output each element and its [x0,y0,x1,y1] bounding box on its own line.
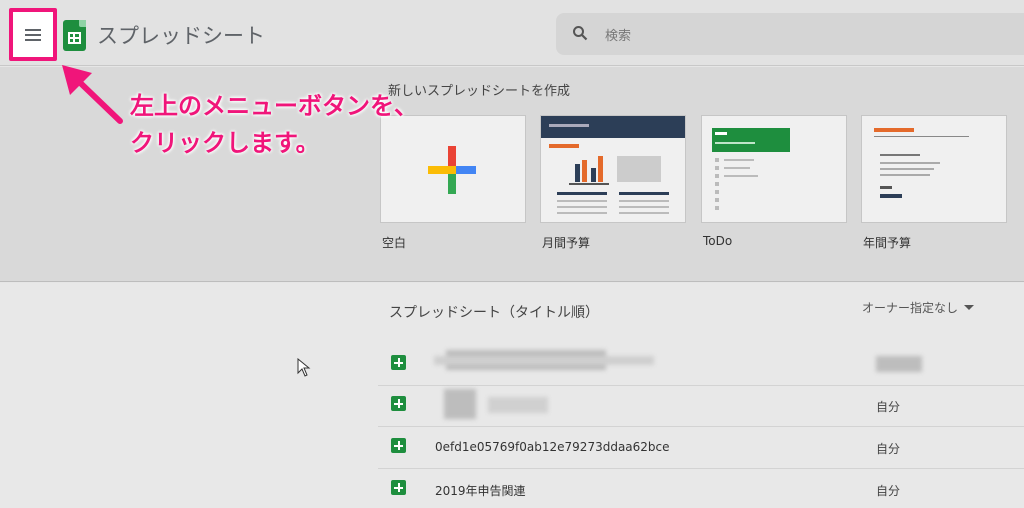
file-name: 2019年申告関連 [435,484,526,498]
plus-icon [428,146,476,194]
template-annual-budget[interactable] [861,115,1007,223]
sheets-icon[interactable] [63,20,86,51]
app-title[interactable]: スプレッドシート [97,20,265,50]
owner-filter-label: オーナー指定なし [862,301,959,315]
callout-arrow-icon [62,65,123,124]
callout-text: 左上のメニューボタンを、 クリックします。 [130,88,418,162]
sheets-file-icon [391,355,406,370]
sheets-file-icon [391,396,406,411]
file-owner: 自分 [876,442,901,456]
sheets-file-icon [391,438,406,453]
template-label-monthly-budget: 月間予算 [542,236,591,250]
sheets-file-icon [391,480,406,495]
template-monthly-budget[interactable] [540,115,686,223]
redacted-file-name [444,389,476,419]
file-row[interactable] [378,344,1024,386]
file-list: スプレッドシート（タイトル順） オーナー指定なし 自分 0efd1e05769f… [0,283,1024,508]
template-label-todo: ToDo [703,234,733,248]
file-owner: 自分 [876,400,901,414]
callout-line-2: クリックします。 [130,129,320,157]
file-name: 0efd1e05769f0ab12e79273ddaa62bce [435,440,670,454]
file-row[interactable]: 自分 [378,385,1024,427]
callout-line-1: 左上のメニューボタンを、 [130,92,418,120]
search-input[interactable]: 検索 [605,25,631,44]
chevron-down-icon [964,305,975,310]
monthly-budget-thumbnail [541,116,685,214]
main-menu-button[interactable] [9,8,57,61]
todo-thumbnail [712,128,790,210]
hamburger-menu-icon [25,28,41,41]
template-label-annual-budget: 年間予算 [863,236,912,250]
file-owner: 自分 [876,484,901,498]
file-row[interactable]: 2019年申告関連 自分 [378,469,1024,508]
mouse-pointer-icon [297,358,311,377]
owner-filter-dropdown[interactable]: オーナー指定なし [862,299,975,316]
redacted-owner [876,356,922,372]
template-todo[interactable] [701,115,847,223]
top-bar: スプレッドシート 検索 [0,0,1024,66]
search-icon[interactable] [572,25,588,41]
file-list-heading: スプレッドシート（タイトル順） [389,305,599,321]
template-label-blank: 空白 [382,236,407,250]
redacted-file-name-extra [488,397,548,413]
file-row[interactable]: 0efd1e05769f0ab12e79273ddaa62bce 自分 [378,427,1024,469]
annual-budget-thumbnail [874,128,969,198]
redacted-file-name-shadow [434,356,654,365]
search-bar[interactable]: 検索 [556,13,1024,55]
